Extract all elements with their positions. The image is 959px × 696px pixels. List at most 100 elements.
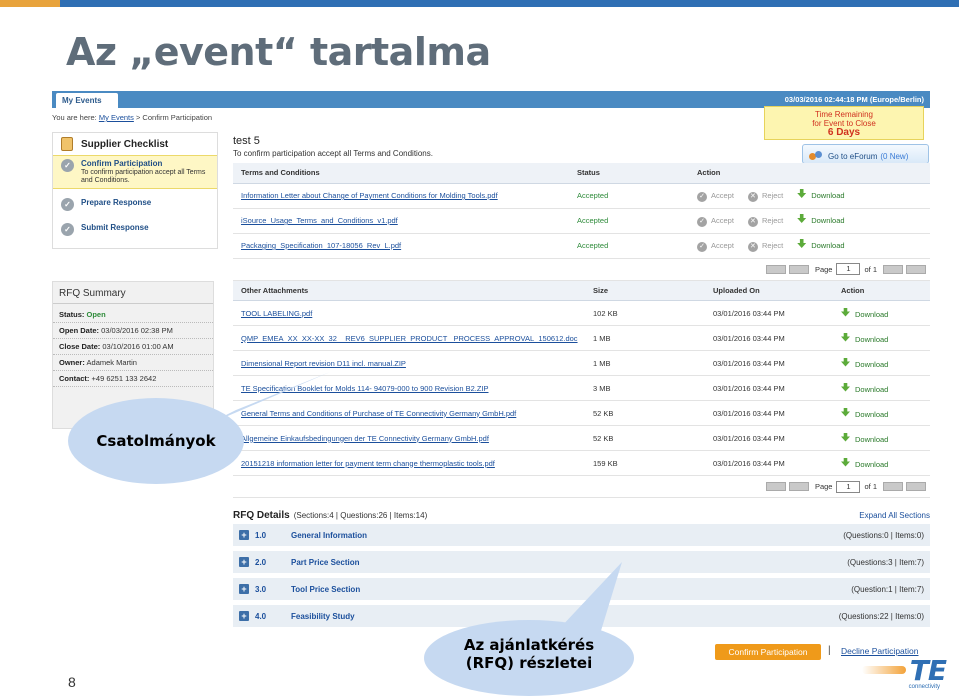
attachments-table: Other Attachments Size Uploaded On Actio… bbox=[233, 280, 930, 476]
download-button[interactable]: Download bbox=[797, 239, 845, 250]
summary-status: Status: Open bbox=[53, 307, 213, 323]
col-terms: Terms and Conditions bbox=[233, 163, 569, 184]
attachment-link[interactable]: Dimensional Report revision D11 incl. ma… bbox=[241, 359, 406, 368]
rfq-details-title: RFQ Details bbox=[233, 509, 290, 521]
download-button[interactable]: Download bbox=[841, 332, 888, 344]
pager-attachments: Page 1 of 1 bbox=[233, 476, 930, 498]
download-button[interactable]: Download bbox=[797, 189, 845, 200]
download-button[interactable]: Download bbox=[841, 407, 888, 419]
summary-close-date: Close Date: 03/10/2016 01:00 AM bbox=[53, 339, 213, 355]
supplier-checklist: Supplier Checklist ✓ Confirm Participati… bbox=[52, 132, 218, 249]
page-number: 8 bbox=[68, 674, 76, 690]
next-page-button[interactable] bbox=[883, 264, 903, 274]
next-page-button[interactable] bbox=[883, 482, 903, 491]
callout-attachments: Csatolmányok bbox=[68, 398, 244, 484]
rfq-section-2[interactable]: +2.0 Part Price Section (Questions:3 | Ite… bbox=[233, 551, 930, 573]
callout-rfq-details: Az ajánlatkérés (RFQ) részletei bbox=[424, 620, 634, 696]
confirm-participation-button[interactable]: Confirm Participation bbox=[715, 644, 821, 660]
breadcrumb-prefix: You are here: bbox=[52, 113, 97, 122]
page-input[interactable]: 1 bbox=[836, 263, 861, 275]
terms-doc-link[interactable]: Information Letter about Change of Payme… bbox=[241, 191, 498, 200]
download-icon bbox=[841, 457, 850, 467]
table-row: General Terms and Conditions of Purchase… bbox=[233, 400, 930, 426]
rfq-section-1[interactable]: +1.0 General Information (Questions:0 | It… bbox=[233, 524, 930, 546]
reject-button[interactable]: ✕ Reject bbox=[747, 216, 783, 227]
rfq-summary-title: RFQ Summary bbox=[53, 282, 213, 304]
col-status: Status bbox=[569, 163, 689, 184]
slide-title: Az „event“ tartalma bbox=[66, 30, 491, 74]
summary-contact: Contact: +49 6251 133 2642 bbox=[53, 371, 213, 387]
download-icon bbox=[797, 189, 807, 198]
download-icon bbox=[841, 432, 850, 442]
pager-terms: Page 1 of 1 bbox=[233, 259, 930, 281]
terms-doc-link[interactable]: iSource_Usage_Terms_and_Conditions_v1.pd… bbox=[241, 216, 398, 225]
download-button[interactable]: Download bbox=[841, 432, 888, 444]
clipboard-icon bbox=[61, 137, 73, 151]
download-button[interactable]: Download bbox=[841, 307, 888, 319]
checklist-title: Supplier Checklist bbox=[53, 133, 217, 155]
attachment-link[interactable]: Allgemeine Einkaufsbedingungen der TE Co… bbox=[241, 434, 489, 443]
download-button[interactable]: Download bbox=[841, 357, 888, 369]
download-icon bbox=[841, 407, 850, 417]
time-remaining-line1: Time Remaining bbox=[815, 110, 873, 119]
download-button[interactable]: Download bbox=[841, 382, 888, 394]
check-icon: ✓ bbox=[61, 198, 74, 211]
close-icon: ✕ bbox=[747, 242, 758, 252]
last-page-button[interactable] bbox=[906, 482, 926, 491]
accept-button[interactable]: ✓ Accept bbox=[697, 191, 734, 202]
rfq-details-summary: (Sections:4 | Questions:26 | Items:14) bbox=[293, 510, 428, 520]
checklist-item-prepare[interactable]: ✓ Prepare Response bbox=[53, 195, 217, 211]
page-input[interactable]: 1 bbox=[836, 480, 861, 493]
last-page-button[interactable] bbox=[906, 264, 926, 274]
slide-top-bar bbox=[0, 0, 959, 7]
download-icon bbox=[841, 332, 850, 342]
status-badge: Open bbox=[86, 310, 106, 319]
check-icon: ✓ bbox=[697, 242, 707, 252]
close-icon: ✕ bbox=[747, 192, 758, 202]
event-title: test 5 bbox=[233, 135, 260, 147]
expand-plus-icon: + bbox=[239, 611, 249, 621]
terms-table: Terms and Conditions Status Action Infor… bbox=[233, 163, 930, 259]
reject-button[interactable]: ✕ Reject bbox=[747, 191, 783, 202]
summary-owner: Owner: Adamek Martin bbox=[53, 355, 213, 371]
table-row: Information Letter about Change of Payme… bbox=[233, 183, 930, 209]
download-button[interactable]: Download bbox=[797, 214, 845, 225]
checklist-item-submit[interactable]: ✓ Submit Response bbox=[53, 220, 217, 236]
accept-button[interactable]: ✓ Accept bbox=[697, 241, 734, 252]
rfq-details: RFQ Details (Sections:4 | Questions:26 |… bbox=[233, 506, 930, 632]
attachment-link[interactable]: TE Specification Booklet for Molds 114- … bbox=[241, 384, 489, 393]
check-icon: ✓ bbox=[697, 192, 707, 202]
col-att-action: Action bbox=[833, 280, 930, 301]
table-row: TE Specification Booklet for Molds 114- … bbox=[233, 375, 930, 401]
table-row: Packaging_Specification_107-18056_Rev_L.… bbox=[233, 233, 930, 259]
first-page-button[interactable] bbox=[765, 482, 786, 491]
terms-doc-link[interactable]: Packaging_Specification_107-18056_Rev_L.… bbox=[241, 241, 401, 250]
status-accepted: Accepted bbox=[569, 208, 689, 234]
check-icon: ✓ bbox=[697, 217, 707, 227]
first-page-button[interactable] bbox=[765, 264, 786, 274]
attachment-link[interactable]: QMP_EMEA_XX_XX-XX_32__REV6_SUPPLIER_PROD… bbox=[241, 334, 578, 343]
attachment-link[interactable]: TOOL LABELING.pdf bbox=[241, 309, 312, 318]
rfq-details-header: RFQ Details (Sections:4 | Questions:26 |… bbox=[233, 506, 930, 524]
rfq-section-4[interactable]: +4.0 Feasibility Study (Questions:22 | Ite… bbox=[233, 605, 930, 627]
reject-button[interactable]: ✕ Reject bbox=[747, 241, 783, 252]
table-row: Dimensional Report revision D11 incl. ma… bbox=[233, 350, 930, 376]
download-button[interactable]: Download bbox=[841, 457, 888, 469]
attachment-link[interactable]: 20151218 information letter for payment … bbox=[241, 459, 495, 468]
tab-my-events[interactable]: My Events bbox=[56, 93, 118, 108]
attachment-link[interactable]: General Terms and Conditions of Purchase… bbox=[241, 409, 516, 418]
breadcrumb-link-my-events[interactable]: My Events bbox=[99, 113, 134, 122]
status-accepted: Accepted bbox=[569, 183, 689, 209]
checklist-item-confirm[interactable]: ✓ Confirm Participation To confirm parti… bbox=[53, 155, 217, 189]
prev-page-button[interactable] bbox=[788, 264, 809, 274]
status-accepted: Accepted bbox=[569, 233, 689, 259]
te-logo: TE connectivity bbox=[862, 654, 954, 692]
rfq-section-3[interactable]: +3.0 Tool Price Section (Question:1 | Item… bbox=[233, 578, 930, 600]
download-icon bbox=[797, 214, 807, 223]
expand-all-link[interactable]: Expand All Sections bbox=[859, 511, 930, 520]
accept-button[interactable]: ✓ Accept bbox=[697, 216, 734, 227]
expand-plus-icon: + bbox=[239, 530, 249, 540]
col-size: Size bbox=[585, 280, 705, 301]
checklist-item-desc: To confirm participation accept all Term… bbox=[81, 169, 206, 184]
prev-page-button[interactable] bbox=[788, 482, 809, 491]
